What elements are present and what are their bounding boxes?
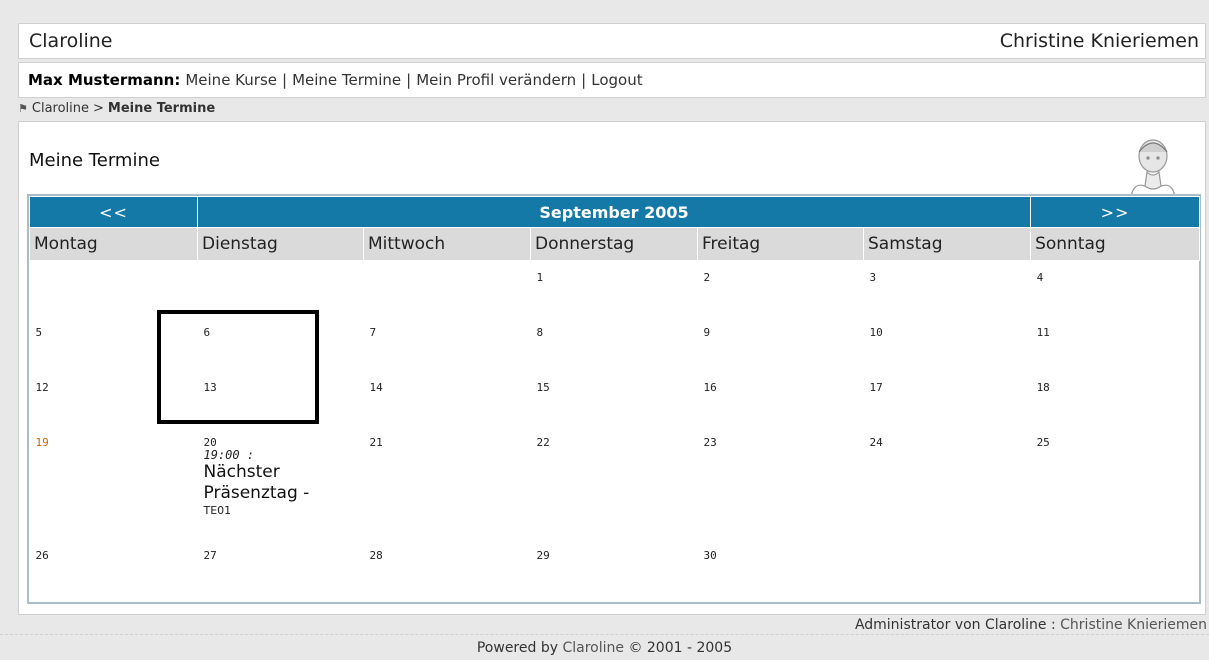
event-title[interactable]: Nächster Präsenztag -: [204, 462, 364, 504]
weekday-thursday: Donnerstag: [530, 227, 698, 261]
day-cell: [30, 261, 198, 317]
separator: |: [581, 71, 587, 89]
weekday-friday: Freitag: [697, 227, 864, 261]
day-cell: 9: [703, 326, 711, 339]
link-meine-termine[interactable]: Meine Termine: [292, 71, 401, 89]
day-cell: 7: [369, 326, 377, 339]
day-cell-today: 19: [35, 436, 49, 449]
breadcrumb-separator: >: [93, 100, 104, 116]
day-cell: 14: [369, 381, 383, 394]
day-cell: 3: [869, 271, 877, 284]
month-label: September 2005: [196, 196, 1032, 228]
portrait-logo-icon: [1130, 139, 1176, 198]
next-month-button[interactable]: >>: [1030, 196, 1201, 228]
day-cell: 4: [1036, 271, 1044, 284]
day-cell: [364, 261, 531, 317]
footer-powered-by: Powered by Claroline © 2001 - 2005: [0, 640, 1209, 656]
calendar-nav-row: << September 2005 >>: [29, 196, 1201, 228]
user-name-colon: :: [174, 71, 181, 89]
site-name[interactable]: Claroline: [29, 30, 113, 52]
day-cell: 11: [1036, 326, 1050, 339]
day-cell: [198, 261, 364, 317]
page-title: Meine Termine: [29, 150, 160, 171]
day-cell: 10: [869, 326, 883, 339]
day-cell: 15: [536, 381, 550, 394]
weekday-header-row: Montag Dienstag Mittwoch Donnerstag Frei…: [29, 227, 1201, 261]
day-cell: 29: [536, 549, 550, 562]
link-logout[interactable]: Logout: [591, 71, 642, 89]
weekday-wednesday: Mittwoch: [363, 227, 531, 261]
user-bar: Max Mustermann : Meine Kurse | Meine Ter…: [18, 62, 1206, 98]
breadcrumb: ⚑ Claroline > Meine Termine: [18, 99, 215, 117]
day-cell: 2: [703, 271, 711, 284]
day-cell: 24: [869, 436, 883, 449]
day-cell: [1031, 539, 1200, 594]
home-icon: ⚑: [18, 101, 28, 115]
day-cell: 28: [369, 549, 383, 562]
week-row: 26 27 28 29 30: [30, 539, 1200, 594]
weekday-monday: Montag: [29, 227, 198, 261]
prev-month-button[interactable]: <<: [29, 196, 198, 228]
footer-admin-label: Administrator von Claroline :: [854, 617, 1056, 633]
weekday-saturday: Samstag: [862, 227, 1032, 261]
event-code: TE01: [203, 504, 232, 517]
day-cell: [864, 539, 1031, 594]
footer-admin: Administrator von Claroline : Christine …: [855, 617, 1207, 633]
week-row: 1 2 3 4: [30, 261, 1200, 317]
top-banner: Claroline Christine Knieriemen: [18, 23, 1206, 59]
institution-name[interactable]: Christine Knieriemen: [1000, 30, 1199, 52]
event-time: 19:00 :: [203, 448, 255, 462]
week-row: 19 20 19:00 : Nächster Präsenztag - TE01…: [30, 426, 1200, 539]
separator: |: [406, 71, 412, 89]
day-cell: 25: [1036, 436, 1050, 449]
day-cell: 18: [1036, 381, 1050, 394]
event-highlight-box: [157, 310, 319, 424]
day-cell: 21: [369, 436, 383, 449]
claroline-link[interactable]: Claroline: [562, 640, 624, 656]
copyright-text: © 2001 - 2005: [628, 640, 733, 656]
day-cell: 26: [35, 549, 49, 562]
day-cell-event[interactable]: 20 19:00 : Nächster Präsenztag - TE01: [198, 426, 364, 539]
footer-admin-link[interactable]: Christine Knieriemen: [1060, 617, 1207, 633]
powered-prefix: Powered by: [476, 640, 559, 656]
day-cell: 23: [703, 436, 717, 449]
user-name: Max Mustermann: [28, 71, 175, 89]
footer-divider: [0, 634, 1209, 635]
day-cell: 27: [203, 549, 217, 562]
day-cell: 16: [703, 381, 717, 394]
day-cell: 8: [536, 326, 544, 339]
weekday-tuesday: Dienstag: [197, 227, 364, 261]
link-profil-veraendern[interactable]: Mein Profil verändern: [416, 71, 576, 89]
day-cell: 30: [703, 549, 717, 562]
day-cell: 1: [536, 271, 544, 284]
weekday-sunday: Sonntag: [1030, 227, 1201, 261]
link-meine-kurse[interactable]: Meine Kurse: [185, 71, 277, 89]
day-cell: 22: [536, 436, 550, 449]
separator: |: [282, 71, 288, 89]
day-cell: 17: [869, 381, 883, 394]
breadcrumb-root[interactable]: Claroline: [32, 101, 89, 116]
breadcrumb-current: Meine Termine: [107, 100, 216, 116]
